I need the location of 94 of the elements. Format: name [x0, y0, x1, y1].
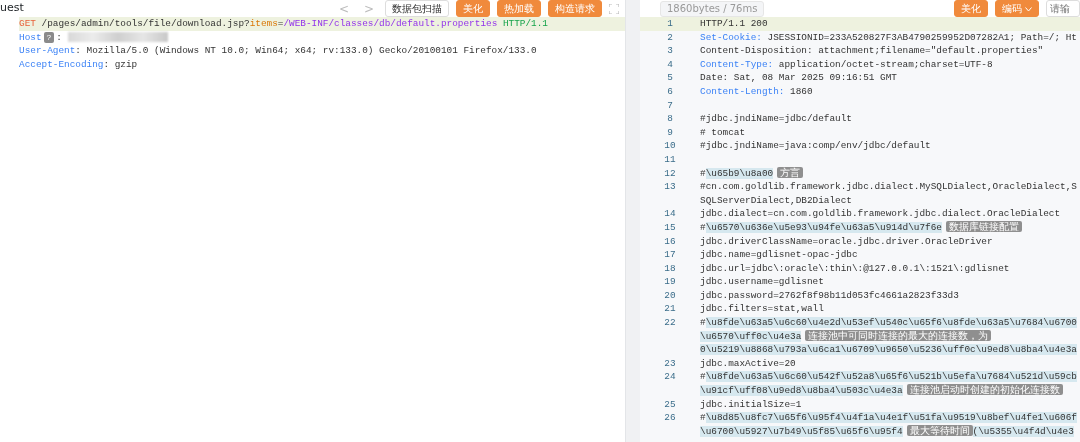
param-value: /WEB-INF/classes/db/default.properties — [283, 18, 498, 29]
line-number: 4 — [667, 58, 673, 70]
code-text: # — [700, 371, 706, 383]
toolbar-button[interactable]: 美化 — [954, 0, 988, 17]
response-stats: 1860bytes / 76ms — [660, 0, 765, 17]
encoding-dropdown[interactable]: 编码 — [995, 0, 1039, 17]
toolbar-button[interactable]: 美化 — [456, 0, 490, 17]
code-text: jdbc.username=gdlisnet — [700, 276, 824, 288]
code-text: #jdbc.jndiName=jdbc/default — [700, 113, 852, 125]
toolbar-button[interactable]: 数据包扫描 — [385, 0, 449, 17]
header-name: Content-Type: — [700, 58, 774, 70]
translation-note: 连接池中可同时连接的最大的连接数，为 — [805, 329, 992, 341]
toolbar-button[interactable]: 构造请求 — [548, 0, 602, 17]
line-number: 9 — [667, 126, 673, 138]
line-number: 18 — [664, 262, 676, 274]
line-number: 13 — [664, 181, 676, 193]
line-number: 10 — [664, 140, 676, 152]
line-number: 17 — [664, 249, 676, 261]
line-number: 19 — [664, 276, 676, 288]
line-number: 12 — [664, 167, 676, 179]
escaped-text: \u91cf\uff08\u9ed8\u8ba4\u503c\u4e3a — [700, 385, 903, 397]
code-text: /pages/admin/tools/file/download.jsp? — [40, 18, 250, 29]
code-text: # tomcat — [700, 126, 745, 138]
escaped-text: (\u5355\u4f4d\u4e3 — [972, 425, 1074, 437]
code-text: HTTP/1.1 200 — [700, 18, 768, 29]
line-number: 22 — [664, 317, 676, 329]
line-number: 3 — [667, 45, 673, 57]
code-text: # — [700, 221, 706, 233]
code-text: jdbc.dialect=cn.com.goldlib.framework.jdbc.dialect.OracleDialect — [700, 208, 1061, 220]
header-name: Set-Cookie: — [700, 31, 762, 43]
code-text: : — [56, 31, 63, 43]
code-text: jdbc.password=2762f8f98b11d053fc4661a2823f33d3 — [700, 289, 959, 301]
line-number: 7 — [667, 99, 673, 111]
code-text: # — [700, 317, 706, 329]
code-text: application/octet-stream;charset=UTF-8 — [777, 58, 993, 70]
code-text: jdbc.initialSize=1 — [700, 398, 802, 410]
code-text: : Mozilla/5.0 (Windows NT 10.0; Win64; x64; rv:133.0) Gecko/20100101 Firefox/133.0 — [75, 45, 537, 57]
panel-splitter[interactable] — [625, 0, 640, 442]
line-number: 1 — [667, 18, 673, 29]
code-text: #cn.com.goldlib.framework.jdbc.dialect.MySQLDialect,OracleDialect,S — [700, 181, 1077, 193]
line-number: 6 — [667, 85, 673, 97]
translation-note: 最大等待时间 — [906, 424, 973, 436]
translation-note: 数据库链接配置 — [945, 220, 1022, 232]
line-number: 21 — [664, 303, 676, 315]
toolbar-button[interactable]: 热加载 — [497, 0, 541, 17]
line-number: 15 — [664, 221, 676, 233]
escaped-text: \u8fde\u63a5\u6c60\u542f\u52a8\u65f6\u521b\u5efa\u7684\u521d\u59cb — [705, 371, 1077, 383]
line-number: 25 — [664, 398, 676, 410]
escaped-text: \u65b9\u8a00 — [705, 167, 774, 179]
line-number: 2 — [667, 31, 673, 43]
header-name: Accept-Encoding — [19, 58, 104, 70]
escaped-text: \u6570\uff0c\u4e3a — [700, 330, 802, 342]
line-number: 26 — [664, 412, 676, 424]
code-text: 1860 — [789, 85, 813, 97]
code-text: jdbc.filters=stat,wall — [700, 303, 824, 315]
line-number: 14 — [664, 208, 676, 220]
line-number: 24 — [664, 371, 676, 383]
translation-note: 连接池启动时创建的初始化连接数 — [906, 384, 1063, 396]
translation-note: 方言 — [777, 166, 804, 178]
code-text: jdbc.name=gdlisnet-opac-jdbc — [700, 249, 858, 261]
code-text: jdbc.driverClassName=oracle.jdbc.driver.OracleDriver — [700, 235, 993, 247]
expand-icon[interactable] — [609, 3, 619, 14]
caret-icon — [1025, 6, 1032, 12]
code-text: # — [700, 167, 706, 179]
panel-title: uest — [0, 0, 24, 17]
code-text: = — [277, 18, 284, 29]
code-text: JSESSIONID=233A520827F3AB4790259952D07282A1; Path=/; Ht — [766, 31, 1077, 43]
escaped-text: 0\u5219\u8868\u793a\u6ca1\u6709\u9650\u5236\uff0c\u9ed8\u8ba4\u4e3a — [700, 344, 1077, 356]
line-number: 16 — [664, 235, 676, 247]
code-text: # — [700, 412, 706, 424]
escaped-text: \u8d85\u8fc7\u65f6\u95f4\u4f1a\u4e1f\u51fa\u9519\u8bef\u4fe1\u606f — [705, 412, 1077, 424]
escaped-text: \u6570\u636e\u5e93\u94fe\u63a5\u914d\u7f6e — [705, 221, 942, 233]
query-param: items — [249, 18, 278, 29]
code-text: : gzip — [103, 58, 138, 70]
line-number: 11 — [664, 153, 676, 165]
http-method: GET — [19, 18, 36, 29]
escaped-text: \u8fde\u63a5\u6c60\u4e2d\u53ef\u540c\u65f6\u8fde\u63a5\u7684\u6700 — [705, 317, 1077, 329]
code-text: SQLServerDialect,DB2Dialect — [700, 194, 852, 206]
escaped-text: \u6700\u5927\u7b49\u5f85\u65f6\u95f4 — [700, 425, 903, 437]
header-name: User-Agent — [19, 45, 76, 57]
code-text: jdbc.url=jdbc\:oracle\:thin\:@127.0.0.1\:1521\:gdlisnet — [700, 262, 1010, 274]
header-name: Content-Length: — [700, 85, 785, 97]
header-name: Host — [19, 31, 42, 43]
line-number: 5 — [667, 72, 673, 84]
line-number: 8 — [667, 113, 673, 125]
code-text: jdbc.maxActive=20 — [700, 357, 796, 369]
protocol-version: HTTP/1.1 — [501, 18, 548, 29]
line-number: 23 — [664, 357, 676, 369]
search-field[interactable]: 请输 — [1046, 0, 1080, 17]
help-badge: ? — [43, 31, 55, 43]
code-text: Content-Disposition: attachment;filename="default.properties" — [700, 45, 1044, 57]
code-text: Date: Sat, 08 Mar 2025 09:16:51 GMT — [700, 72, 897, 84]
code-text: #jdbc.jndiName=java:comp/env/jdbc/default — [700, 140, 931, 152]
line-number: 20 — [664, 289, 676, 301]
